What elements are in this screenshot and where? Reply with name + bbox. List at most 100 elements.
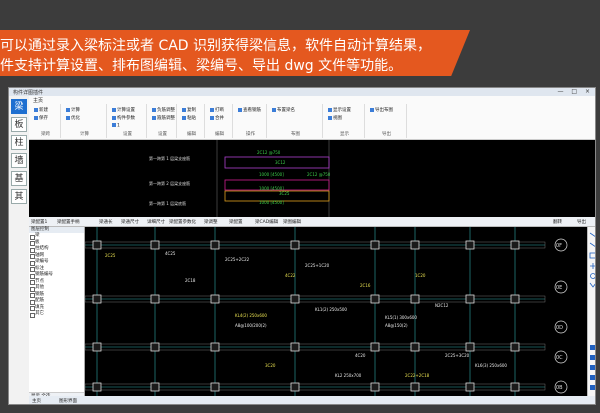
ribbon-button[interactable]: 优化 <box>66 115 80 121</box>
ribbon-button[interactable]: 视图 <box>328 115 342 121</box>
column-block <box>410 240 420 250</box>
column-block <box>370 342 380 352</box>
ribbon-button[interactable]: 复制 <box>182 107 196 113</box>
column-block <box>210 240 220 250</box>
ribbon-group-label: 设置 <box>123 132 132 137</box>
layer-item[interactable]: 其它 <box>29 311 84 318</box>
beam-annotation: 4C25 <box>165 251 176 256</box>
beam-annotation: 2C25 <box>105 253 116 258</box>
ribbon-group-label: 布图 <box>291 132 300 137</box>
column-block <box>370 382 380 392</box>
layer-tree: 梁板柱结构 轴网 梁编号 标注 钢筋编号 节点 其他 钢筋 配筋 填充 其它 <box>29 233 84 318</box>
category-tab[interactable]: 板 <box>11 117 27 132</box>
window-controls[interactable]: — □ × <box>557 88 593 95</box>
column-block <box>510 240 520 250</box>
ribbon-group: 计算 优化 计算 <box>63 104 107 138</box>
column-block <box>150 240 160 250</box>
ribbon-group-label: 编辑 <box>215 132 224 137</box>
view-tool-button[interactable]: 梁调整 <box>204 219 218 225</box>
beam-annotation: KL1(2) 250x500 <box>315 307 347 312</box>
ribbon-button[interactable]: 1 <box>112 123 120 129</box>
ribbon-button[interactable]: 新建 <box>34 107 48 113</box>
ribbon-button[interactable]: 负筋调整 <box>152 107 175 113</box>
ribbon-group-label: 编辑 <box>187 132 196 137</box>
ribbon-button[interactable]: 粘贴 <box>182 115 196 121</box>
beam-elevation-drawing: 第一跨第 1 层梁支座筋第一跨第 2 层梁支座筋第一跨第 1 层梁底筋 2C12 … <box>149 140 331 217</box>
view-tool-button[interactable]: 详细尺寸 <box>147 219 165 225</box>
view-tool-button[interactable]: 梁通尺寸 <box>121 219 139 225</box>
vertical-category-tabs: 梁板柱墙基其 <box>9 96 29 404</box>
column-block <box>370 294 380 304</box>
column-block <box>92 382 102 392</box>
beam-annotation: A8@150(2) <box>385 323 408 328</box>
ribbon-group: 计算设置构件参数 1 设置 <box>109 104 147 138</box>
view-tool-button[interactable]: 翻转 <box>553 219 562 225</box>
ribbon-button[interactable]: 计算 <box>66 107 80 113</box>
promo-banner: 可以通过录入梁标注或者 CAD 识别获得梁信息，软件自动计算结果， 件支持计算设… <box>0 30 470 76</box>
view-tool-button[interactable]: 导出 <box>577 219 586 225</box>
canvas-tool-icons <box>589 232 595 390</box>
ribbon-group: 打断 合并 编辑 <box>207 104 233 138</box>
column-block <box>410 382 420 392</box>
beam-annotation: 2C25+1C20 <box>305 263 330 268</box>
category-tab[interactable]: 梁 <box>11 99 27 114</box>
view-tool-button[interactable]: 梁CAD编辑 <box>255 219 278 225</box>
ribbon-tab-home[interactable]: 主页 <box>33 97 43 104</box>
ribbon-group-label: 操作 <box>246 132 255 137</box>
column-block <box>465 294 475 304</box>
status-home-tab[interactable]: 主页 <box>32 398 41 404</box>
ribbon-button[interactable]: 合并 <box>210 115 224 121</box>
axis-bubble-label: 0F <box>556 243 562 249</box>
beam-row-label: 第一跨第 1 层梁底筋 <box>149 200 186 206</box>
ribbon-group-label: 设置 <box>158 132 167 137</box>
plan-canvas[interactable]: 2C25 4C25 2C25+2C22 KL4(2) 250x600 A8@100/20… <box>85 227 587 396</box>
title-bar: 构件详图插件 — □ × <box>9 88 595 96</box>
beam-annotation: KL6(3) 250x600 <box>475 363 507 368</box>
ribbon-group: 复制 粘贴 编辑 <box>179 104 205 138</box>
beam-annotation: KL4(2) 250x600 <box>235 313 267 318</box>
ribbon-button[interactable]: 导出布图 <box>370 107 393 113</box>
beam-elevation-canvas[interactable]: 第一跨第 1 层梁支座筋 第一跨第 2 层梁支座筋 第一跨第 1 层梁底筋 2C12 … <box>29 140 595 217</box>
column-block <box>370 240 380 250</box>
status-bar: 主页 图形界面 <box>29 396 595 404</box>
view-tool-button[interactable]: 梁图编辑 <box>283 219 301 225</box>
banner-line-1: 可以通过录入梁标注或者 CAD 识别获得梁信息，软件自动计算结果， <box>0 38 432 54</box>
beam-row-label: 第一跨第 1 层梁支座筋 <box>149 155 190 161</box>
ribbon-button[interactable]: 显示设置 <box>328 107 351 113</box>
ribbon-button[interactable]: 构件参数 <box>112 115 135 121</box>
ribbon-button[interactable]: 箍筋调整 <box>152 115 175 121</box>
category-tab[interactable]: 基 <box>11 171 27 186</box>
ribbon-button[interactable]: 保存 <box>34 115 48 121</box>
beam-annotation: 3C20 <box>265 363 276 368</box>
category-tab[interactable]: 柱 <box>11 135 27 150</box>
axis-bubble-label: 0D <box>556 325 563 331</box>
view-tool-button[interactable]: 梁配置手柄 <box>57 219 80 225</box>
ribbon-group-label: 梁跨 <box>41 132 50 137</box>
column-block <box>510 382 520 392</box>
category-tab[interactable]: 墙 <box>11 153 27 168</box>
beam-annotation: KL5(1) 300x600 <box>385 315 417 320</box>
ribbon-button[interactable]: 布置梁名 <box>272 107 295 113</box>
column-block <box>150 342 160 352</box>
ribbon-group: 布置梁名布图 <box>269 104 323 138</box>
rebar-dimension: 2C12 @750 <box>257 150 281 155</box>
ribbon-group: 查看钢筋 操作 <box>235 104 267 138</box>
column-block <box>210 382 220 392</box>
view-tool-button[interactable]: 梁配置 <box>229 219 243 225</box>
view-tool-button[interactable]: 梁配置参数化 <box>169 219 196 225</box>
ribbon-button[interactable]: 打断 <box>210 107 224 113</box>
category-tab[interactable]: 其 <box>11 189 27 204</box>
column-block <box>92 240 102 250</box>
column-block <box>210 294 220 304</box>
banner-line-2: 件支持计算设置、排布图编辑、梁编号、导出 dwg 文件等功能。 <box>0 58 403 74</box>
view-tool-button[interactable]: 梁配置1 <box>31 219 47 225</box>
ribbon-button[interactable]: 查看钢筋 <box>238 107 261 113</box>
ribbon-button[interactable]: 计算设置 <box>112 107 135 113</box>
beam-annotation: 4C20 <box>355 353 366 358</box>
rebar-dimension: 1000 [4500] <box>259 200 284 205</box>
status-graphic-tab[interactable]: 图形界面 <box>59 398 77 404</box>
column-block <box>410 294 420 304</box>
view-tool-button[interactable]: 梁通长 <box>99 219 113 225</box>
column-block <box>150 294 160 304</box>
ribbon-group-label: 导出 <box>382 132 391 137</box>
